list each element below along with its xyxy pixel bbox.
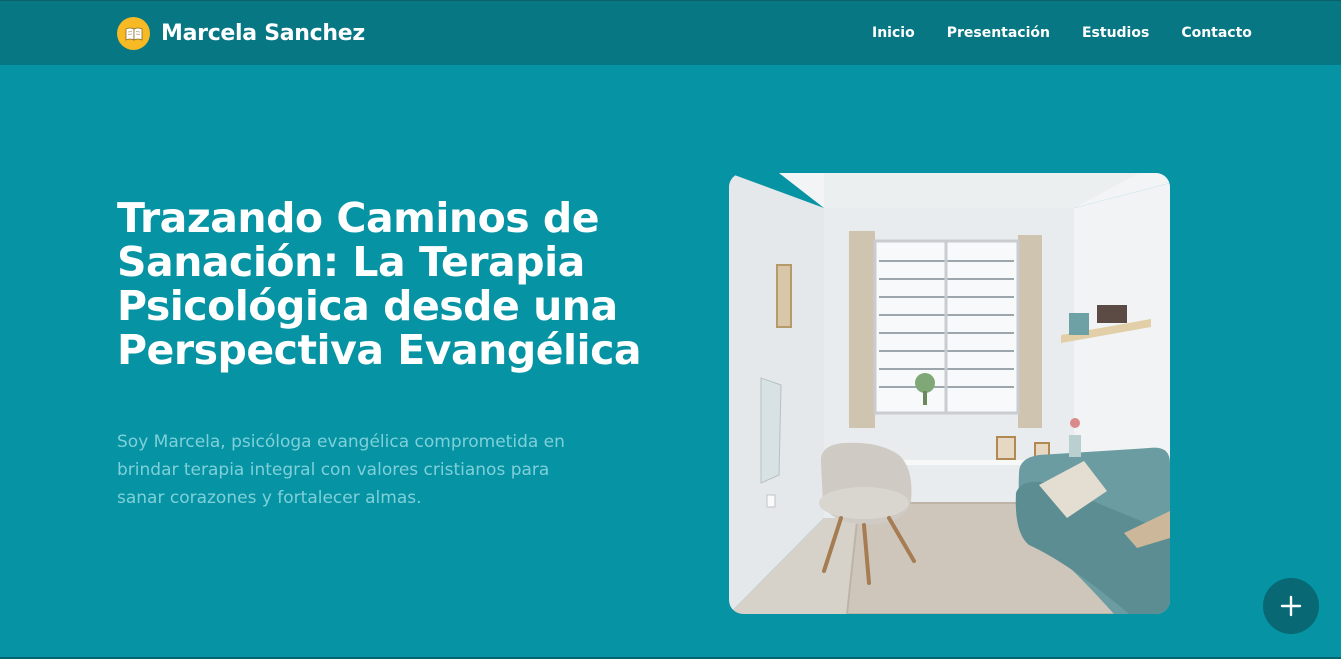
brand[interactable]: Marcela Sanchez (117, 17, 365, 50)
nav-presentacion[interactable]: Presentación (947, 25, 1050, 41)
add-button[interactable] (1263, 578, 1319, 634)
plus-icon (1280, 595, 1302, 617)
main-nav: Inicio Presentación Estudios Contacto (872, 25, 1284, 41)
hero-title: Trazando Caminos de Sanación: La Terapia… (117, 194, 642, 374)
nav-contacto[interactable]: Contacto (1181, 25, 1252, 41)
open-book-icon (117, 17, 150, 50)
hero-text: Soy Marcela, psicóloga evangélica compro… (117, 432, 565, 508)
nav-estudios[interactable]: Estudios (1082, 25, 1149, 41)
therapy-room-photo (729, 173, 1170, 614)
brand-name[interactable]: Marcela Sanchez (161, 21, 365, 46)
navbar: Marcela Sanchez Inicio Presentación Estu… (0, 0, 1341, 65)
nav-inicio[interactable]: Inicio (872, 25, 915, 41)
